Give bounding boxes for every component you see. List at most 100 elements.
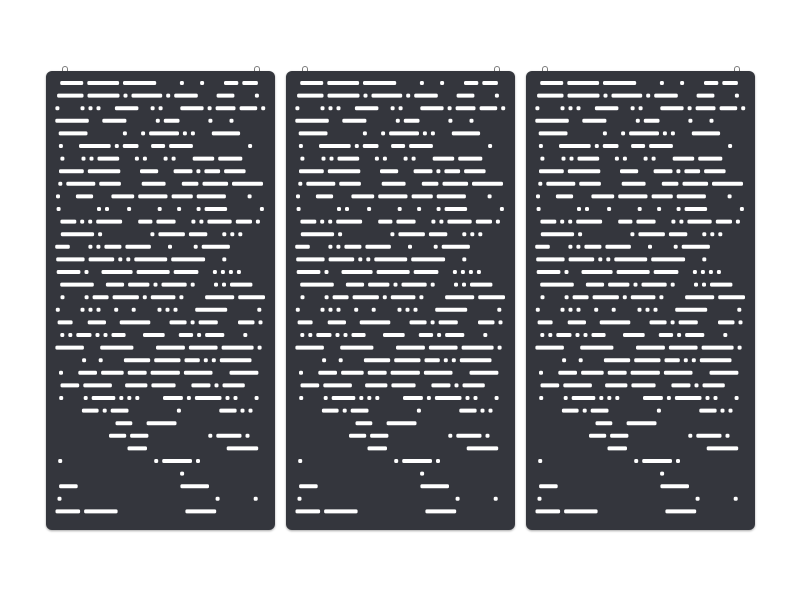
morse-dash-cutout [536, 270, 561, 274]
morse-dash-cutout [428, 232, 448, 237]
morse-dash-cutout [185, 509, 217, 514]
morse-dot-cutout [473, 396, 478, 400]
morse-dash-cutout [198, 320, 218, 325]
morse-dot-cutout [228, 270, 233, 274]
morse-dot-cutout [416, 408, 421, 413]
morse-dot-cutout [403, 156, 408, 161]
morse-dot-cutout [220, 270, 225, 274]
morse-dash-cutout [60, 383, 80, 388]
morse-dash-cutout [340, 345, 374, 350]
morse-dot-cutout [436, 459, 440, 463]
morse-dot-cutout [300, 156, 305, 161]
morse-dot-cutout [248, 144, 253, 148]
morse-dot-cutout [538, 144, 543, 148]
morse-dash-cutout [367, 446, 387, 451]
morse-dash-cutout [704, 169, 726, 174]
morse-dot-cutout [738, 320, 743, 325]
morse-dash-cutout [401, 282, 427, 287]
morse-dash-cutout [611, 93, 643, 98]
morse-dot-cutout [405, 307, 410, 312]
morse-dash-cutout [299, 484, 318, 489]
morse-dot-cutout [397, 207, 402, 211]
morse-dash-cutout [603, 81, 637, 85]
morse-dot-cutout [58, 459, 63, 463]
morse-dash-cutout [605, 383, 628, 388]
morse-dash-cutout [363, 358, 391, 363]
morse-dash-cutout [351, 194, 375, 199]
morse-dot-cutout [60, 156, 65, 161]
morse-dash-cutout [676, 194, 706, 199]
morse-dot-cutout [81, 156, 86, 161]
morse-dash-cutout [300, 81, 324, 85]
morse-dash-cutout [367, 370, 387, 375]
morse-dot-cutout [702, 282, 706, 287]
morse-dot-cutout [454, 383, 459, 388]
morse-dash-cutout [370, 433, 389, 438]
morse-dot-cutout [88, 106, 93, 111]
morse-dot-cutout [261, 106, 266, 111]
morse-dot-cutout [214, 383, 219, 388]
morse-dot-cutout [470, 232, 475, 237]
morse-dot-cutout [243, 333, 248, 337]
morse-dash-cutout [581, 270, 613, 274]
morse-dash-cutout [218, 156, 243, 161]
morse-dash-cutout [482, 81, 498, 85]
morse-dot-cutout [84, 270, 89, 274]
morse-dash-cutout [230, 282, 253, 287]
morse-dash-cutout [607, 370, 627, 375]
morse-dash-cutout [321, 408, 339, 413]
morse-dash-cutout [297, 320, 313, 325]
morse-dot-cutout [560, 106, 565, 111]
morse-dash-cutout [216, 433, 242, 438]
morse-dot-cutout [253, 496, 258, 501]
morse-dash-cutout [359, 320, 391, 325]
morse-dot-cutout [247, 194, 252, 199]
morse-dot-cutout [150, 106, 155, 111]
morse-dot-cutout [196, 459, 200, 463]
morse-dot-cutout [741, 106, 746, 111]
morse-dash-cutout [447, 219, 472, 224]
morse-dot-cutout [716, 270, 721, 274]
morse-dot-cutout [568, 219, 573, 224]
morse-dash-cutout [101, 270, 133, 274]
morse-dot-cutout [419, 81, 424, 85]
morse-dash-cutout [643, 118, 660, 123]
morse-dash-cutout [195, 307, 228, 312]
morse-dot-cutout [342, 408, 347, 413]
morse-dash-cutout [699, 408, 717, 413]
morse-dot-cutout [257, 307, 262, 312]
morse-dash-cutout [438, 320, 458, 325]
morse-dot-cutout [583, 333, 588, 337]
morse-dot-cutout [179, 295, 184, 300]
morse-dot-cutout [308, 333, 313, 337]
morse-dash-cutout [638, 232, 665, 237]
morse-dot-cutout [371, 307, 376, 312]
morse-dot-cutout [578, 232, 583, 237]
morse-dash-cutout [706, 446, 739, 451]
morse-dash-cutout [610, 433, 629, 438]
morse-dash-cutout [92, 295, 109, 300]
morse-dash-cutout [138, 194, 168, 199]
morse-dot-cutout [80, 307, 85, 312]
morse-dash-cutout [396, 345, 425, 350]
morse-dot-cutout [568, 307, 573, 312]
morse-dash-cutout [59, 169, 84, 174]
morse-dot-cutout [485, 433, 490, 438]
morse-dash-cutout [540, 232, 575, 237]
morse-dot-cutout [208, 118, 213, 123]
morse-dot-cutout [671, 219, 676, 224]
morse-dot-cutout [494, 93, 499, 98]
morse-dash-cutout [378, 219, 393, 224]
morse-dash-cutout [636, 345, 665, 350]
morse-dash-cutout [590, 408, 609, 413]
morse-dash-cutout [204, 169, 221, 174]
morse-dash-cutout [424, 358, 440, 363]
morse-dash-cutout [181, 181, 199, 186]
morse-dash-cutout [183, 370, 213, 375]
morse-dash-cutout [55, 345, 84, 350]
morse-dash-cutout [295, 345, 324, 350]
morse-dot-cutout [725, 433, 730, 438]
morse-dot-cutout [709, 118, 714, 123]
morse-dash-cutout [538, 131, 568, 136]
morse-dash-cutout [162, 459, 192, 463]
